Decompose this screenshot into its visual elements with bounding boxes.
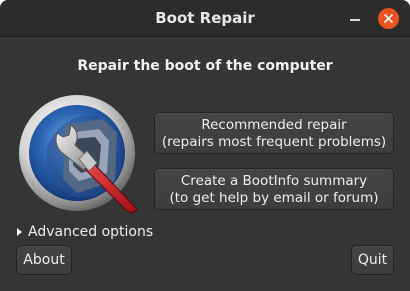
bootinfo-summary-button[interactable]: Create a BootInfo summary (to get help b… — [154, 168, 394, 210]
about-button[interactable]: About — [16, 245, 72, 275]
recommended-repair-sublabel: (repairs most frequent problems) — [161, 134, 387, 150]
bootinfo-summary-sublabel: (to get help by email or forum) — [169, 190, 379, 206]
close-icon[interactable] — [378, 8, 399, 29]
expander-arrow-icon — [17, 228, 22, 236]
boot-repair-wrench-logo-icon — [17, 89, 147, 219]
recommended-repair-label: Recommended repair — [201, 117, 347, 133]
advanced-options-expander[interactable]: Advanced options — [16, 222, 153, 242]
quit-button[interactable]: Quit — [351, 245, 394, 275]
advanced-options-label: Advanced options — [28, 224, 154, 240]
minimize-icon[interactable] — [348, 12, 362, 26]
title-bar[interactable]: Boot Repair — [0, 0, 410, 37]
recommended-repair-button[interactable]: Recommended repair (repairs most frequen… — [154, 112, 394, 154]
boot-repair-window: Boot Repair Repair the boot of the compu… — [0, 0, 410, 291]
page-heading: Repair the boot of the computer — [77, 58, 333, 74]
bootinfo-summary-label: Create a BootInfo summary — [180, 173, 368, 189]
